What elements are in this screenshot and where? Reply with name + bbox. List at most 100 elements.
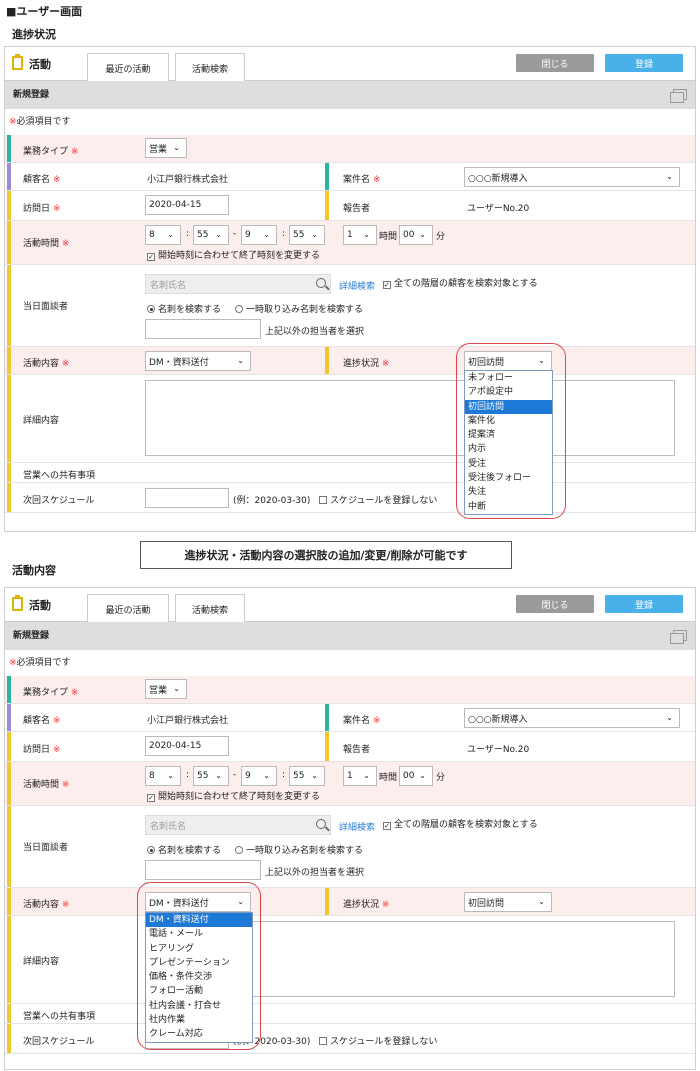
progress-option[interactable]: 案件化 [465, 414, 552, 428]
radio-selected[interactable] [147, 305, 155, 313]
end-min-select[interactable]: 55 ⌄ [289, 766, 325, 786]
detail-textarea[interactable] [145, 380, 675, 456]
card-name-search-input[interactable]: 名刺氏名 [145, 274, 331, 294]
other-staff-input[interactable] [145, 860, 261, 880]
radio-search-temp-card[interactable]: 一時取り込み名刺を検索する [235, 302, 363, 315]
activity-option[interactable]: 社内作業 [146, 1013, 252, 1027]
tab-recent-activity[interactable]: 最近の活動 [87, 53, 169, 82]
progress-option[interactable]: 受注後フォロー [465, 471, 552, 485]
all-levels-option[interactable]: ✓ 全ての階層の顧客を検索対象とする [383, 276, 538, 289]
end-hour-select[interactable]: 9 ⌄ [241, 766, 277, 786]
chevron-down-icon: ⌄ [419, 230, 426, 239]
business-type-label: 業務タイプ ※ [23, 688, 79, 698]
start-min-select[interactable]: 55 ⌄ [193, 766, 229, 786]
checkbox-unchecked[interactable] [319, 496, 327, 504]
app-title: 活動 [29, 58, 51, 71]
register-button[interactable]: 登録 [605, 595, 683, 613]
activity-option[interactable]: 社内会議・打合せ [146, 999, 252, 1013]
business-type-select[interactable]: 営業 ⌄ [145, 679, 187, 699]
auto-end-option[interactable]: ✓ 開始時刻に合わせて終了時刻を変更する [147, 248, 320, 261]
detail-search-link[interactable]: 詳細検索 [339, 820, 375, 833]
progress-option[interactable]: 初回訪問 [465, 399, 552, 414]
duration-hour-select[interactable]: 1 ⌄ [343, 766, 377, 786]
color-bar [7, 265, 11, 346]
no-schedule-option[interactable]: スケジュールを登録しない [319, 493, 437, 506]
chevron-down-icon: ⌄ [263, 230, 270, 239]
activity-option[interactable]: 電話・メール [146, 927, 252, 941]
radio-search-card[interactable]: 名刺を検索する [147, 302, 221, 315]
time-colon: : [186, 770, 190, 780]
progress-select[interactable]: 初回訪問 ⌄ [464, 892, 552, 912]
register-button[interactable]: 登録 [605, 54, 683, 72]
progress-option[interactable]: 未フォロー [465, 371, 552, 385]
hour-unit: 時間 [379, 773, 398, 783]
copy-icon[interactable] [670, 89, 687, 103]
next-schedule-input[interactable] [145, 488, 229, 508]
end-min-select[interactable]: 55 ⌄ [289, 225, 325, 245]
search-icon[interactable] [316, 819, 326, 829]
close-button[interactable]: 閉じる [516, 595, 594, 613]
activity-option[interactable]: 価格・条件交渉 [146, 970, 252, 984]
no-schedule-option[interactable]: スケジュールを登録しない [319, 1034, 437, 1047]
radio-unselected[interactable] [235, 846, 243, 854]
radio-selected[interactable] [147, 846, 155, 854]
activity-content-select[interactable]: DM・資料送付 ⌄ [145, 892, 251, 912]
row-activity-time: 活動時間 ※ 8 ⌄ : 55 ⌄ - 9 ⌄ : 55 ⌄ 1 ⌄ 時間 00 ⌄ 分 ✓… [5, 221, 695, 265]
checkbox-checked[interactable]: ✓ [147, 253, 155, 261]
color-bar [7, 463, 11, 482]
visit-date-input[interactable]: 2020-04-15 [145, 195, 229, 215]
activity-option[interactable]: DM・資料送付 [146, 913, 252, 928]
duration-min-select[interactable]: 00 ⌄ [399, 766, 433, 786]
detail-search-link[interactable]: 詳細検索 [339, 279, 375, 292]
activity-option[interactable]: クレーム対応 [146, 1027, 252, 1041]
search-icon[interactable] [316, 278, 326, 288]
progress-label: 進捗状況 ※ [343, 359, 390, 369]
color-bar [7, 347, 11, 374]
all-levels-option[interactable]: ✓ 全ての階層の顧客を検索対象とする [383, 817, 538, 830]
tab-recent-activity[interactable]: 最近の活動 [87, 594, 169, 623]
duration-min-select[interactable]: 00 ⌄ [399, 225, 433, 245]
progress-option[interactable]: アポ設定中 [465, 385, 552, 399]
duration-hour-select[interactable]: 1 ⌄ [343, 225, 377, 245]
progress-option[interactable]: 失注 [465, 485, 552, 499]
tab-activity-search[interactable]: 活動検索 [175, 594, 245, 623]
section-title-progress: 進捗状況 [12, 28, 56, 41]
card-name-search-input[interactable]: 名刺氏名 [145, 815, 331, 835]
activity-option[interactable]: フォロー活動 [146, 984, 252, 998]
progress-option[interactable]: 提案済 [465, 428, 552, 442]
close-button[interactable]: 閉じる [516, 54, 594, 72]
end-hour-select[interactable]: 9 ⌄ [241, 225, 277, 245]
chevron-down-icon: ⌄ [538, 356, 545, 365]
checkbox-unchecked[interactable] [319, 1037, 327, 1045]
chevron-down-icon: ⌄ [538, 897, 545, 906]
checkbox-checked[interactable]: ✓ [383, 822, 391, 830]
checkbox-checked[interactable]: ✓ [383, 281, 391, 289]
checkbox-checked[interactable]: ✓ [147, 794, 155, 802]
screenshot-activity: 活動 最近の活動 活動検索 閉じる 登録 新規登録 ※必須項目です 業務タイプ … [4, 587, 696, 1070]
business-type-select[interactable]: 営業 ⌄ [145, 138, 187, 158]
activity-option[interactable]: プレゼンテーション [146, 956, 252, 970]
radio-search-card[interactable]: 名刺を検索する [147, 843, 221, 856]
case-select[interactable]: ○○○新規導入 ⌄ [464, 167, 680, 187]
radio-search-temp-card[interactable]: 一時取り込み名刺を検索する [235, 843, 363, 856]
progress-select[interactable]: 初回訪問 ⌄ [464, 351, 552, 371]
color-bar [7, 732, 11, 761]
tab-activity-search[interactable]: 活動検索 [175, 53, 245, 82]
activity-option[interactable]: ヒアリング [146, 942, 252, 956]
case-select[interactable]: ○○○新規導入 ⌄ [464, 708, 680, 728]
start-hour-select[interactable]: 8 ⌄ [145, 766, 181, 786]
visit-date-input[interactable]: 2020-04-15 [145, 736, 229, 756]
progress-option[interactable]: 内示 [465, 442, 552, 456]
start-hour-select[interactable]: 8 ⌄ [145, 225, 181, 245]
radio-unselected[interactable] [235, 305, 243, 313]
progress-option[interactable]: 受注 [465, 457, 552, 471]
copy-icon[interactable] [670, 630, 687, 644]
activity-content-select[interactable]: DM・資料送付 ⌄ [145, 351, 251, 371]
customer-label: 顧客名 ※ [23, 716, 61, 726]
progress-option[interactable]: 中断 [465, 500, 552, 514]
start-min-select[interactable]: 55 ⌄ [193, 225, 229, 245]
other-staff-input[interactable] [145, 319, 261, 339]
form-header: 新規登録 [5, 81, 695, 109]
clipboard-icon [12, 595, 23, 611]
auto-end-option[interactable]: ✓ 開始時刻に合わせて終了時刻を変更する [147, 789, 320, 802]
